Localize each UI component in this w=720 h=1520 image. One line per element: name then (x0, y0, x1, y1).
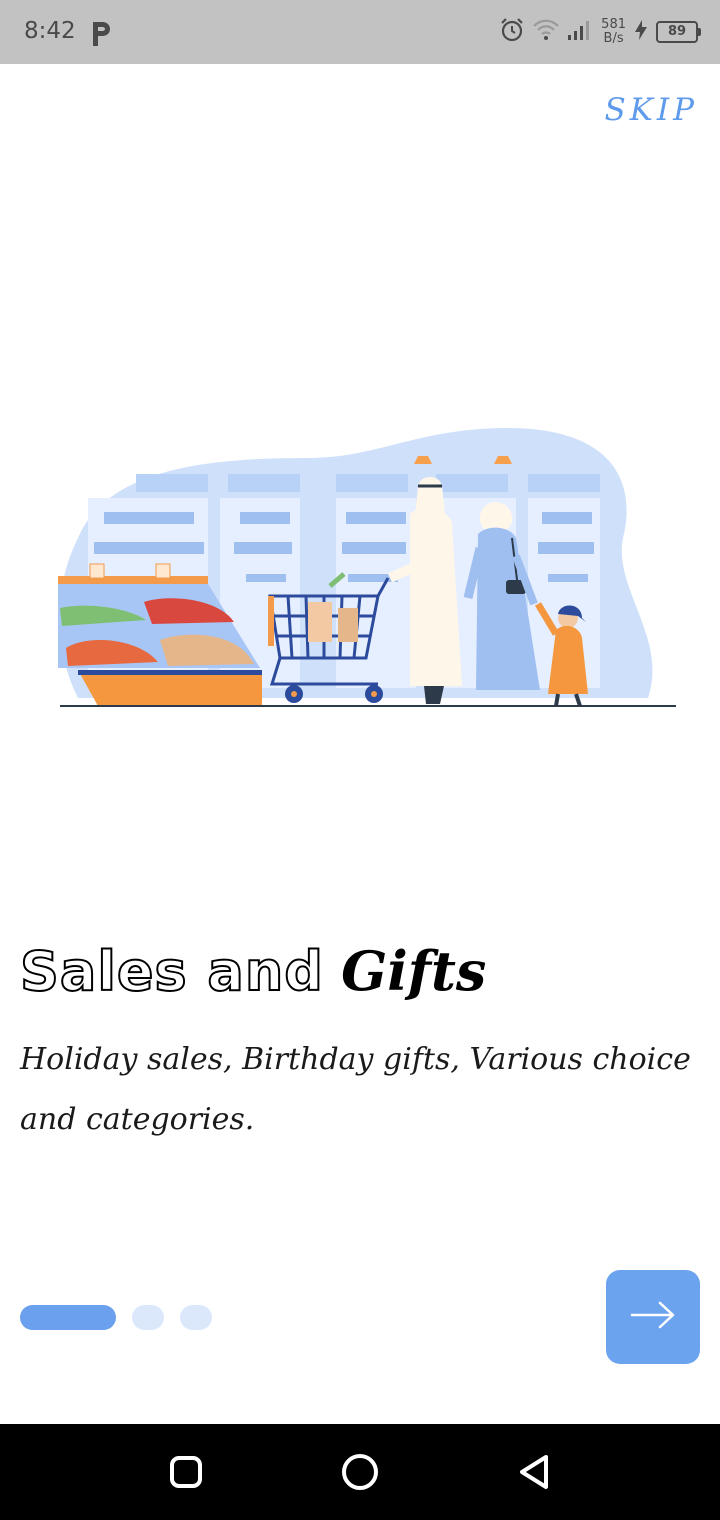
network-speed-value: 581 (601, 17, 626, 32)
page-dot (180, 1305, 212, 1330)
onboarding-screen: 8:42 581 B/s 89 SKIP Sales and Gifts Hol… (0, 0, 720, 1520)
title-bold-text: Gifts (341, 939, 487, 1003)
page-dot (132, 1305, 164, 1330)
signal-icon (567, 19, 593, 45)
network-speed: 581 B/s (601, 18, 626, 46)
page-description: Holiday sales, Birthday gifts, Various c… (20, 1042, 691, 1137)
skip-button[interactable]: SKIP (605, 92, 699, 128)
page-title: Sales and Gifts (19, 936, 487, 1007)
supermarket-family-illustration (48, 418, 688, 718)
alarm-icon (499, 17, 525, 47)
battery-indicator: 89 (656, 21, 701, 43)
home-square-icon[interactable] (166, 1452, 206, 1492)
circle-home-icon[interactable] (340, 1452, 380, 1492)
wifi-icon (533, 18, 559, 46)
arrow-right-icon (630, 1300, 676, 1334)
system-nav-bar (0, 1424, 720, 1520)
page-indicator (20, 1305, 228, 1330)
status-time: 8:42 (24, 18, 76, 44)
page-dot-active (20, 1305, 116, 1330)
parking-app-icon (88, 18, 114, 48)
back-triangle-icon[interactable] (514, 1452, 554, 1492)
status-icons: 581 B/s 89 (491, 14, 701, 50)
title-outline-text: Sales and (19, 939, 324, 1004)
status-bar: 8:42 581 B/s 89 (0, 0, 720, 64)
charging-icon (634, 19, 648, 45)
network-speed-unit: B/s (603, 31, 624, 46)
next-button[interactable] (606, 1270, 700, 1364)
